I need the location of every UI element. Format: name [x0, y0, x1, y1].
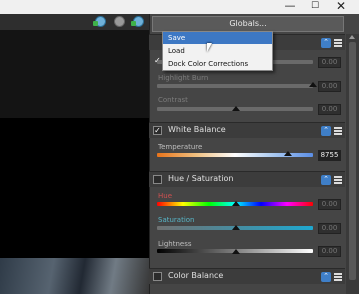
viewport-background: [0, 30, 149, 118]
menu-item-save[interactable]: Save: [163, 32, 272, 44]
hidden-value-box[interactable]: 0.00: [318, 57, 341, 68]
checkmark-icon: ✓: [154, 56, 161, 65]
hue-label: Hue: [158, 192, 173, 200]
color-balance-title: Color Balance: [168, 271, 224, 280]
lightness-value[interactable]: 0.00: [318, 246, 341, 257]
contrast-thumb[interactable]: [232, 106, 240, 111]
section-menu-icon[interactable]: [334, 273, 342, 281]
menu-item-dock-color-corrections[interactable]: Dock Color Corrections: [163, 58, 272, 70]
lightness-thumb[interactable]: [232, 249, 240, 254]
close-button[interactable]: ✕: [330, 0, 352, 14]
hue-value[interactable]: 0.00: [318, 199, 341, 210]
scroll-up-arrow-icon[interactable]: [349, 35, 355, 39]
highlight-burn-thumb[interactable]: [309, 82, 317, 87]
white-balance-checkbox[interactable]: ✓: [153, 126, 162, 135]
section-menu-icon[interactable]: [334, 39, 342, 47]
contrast-value[interactable]: 0.00: [318, 104, 341, 115]
globals-button[interactable]: Globals...: [152, 16, 344, 32]
saturation-value[interactable]: 0.00: [318, 223, 341, 234]
hue-thumb[interactable]: [232, 201, 240, 206]
white-balance-title: White Balance: [168, 125, 226, 134]
title-bar: — ☐ ✕: [0, 0, 359, 14]
saturation-thumb[interactable]: [232, 225, 240, 230]
section-menu-icon[interactable]: [334, 127, 342, 135]
section-menu-icon[interactable]: [334, 176, 342, 184]
remove-node-icon[interactable]: [131, 16, 144, 27]
viewport-image-strip: [0, 258, 149, 294]
contrast-label: Contrast: [158, 96, 188, 104]
saturation-label: Saturation: [158, 216, 195, 224]
highlight-burn-label: Highlight Burn: [158, 74, 209, 82]
collapse-icon[interactable]: ⌃: [321, 126, 331, 136]
hue-saturation-title: Hue / Saturation: [168, 174, 234, 183]
temperature-label: Temperature: [158, 143, 203, 151]
section-header-color-balance[interactable]: Color Balance ⌃: [149, 268, 345, 284]
highlight-burn-value[interactable]: 0.00: [318, 81, 341, 92]
section-header-white-balance[interactable]: ✓ White Balance ⌃: [149, 122, 345, 138]
menu-item-load[interactable]: Load: [163, 45, 272, 57]
hue-saturation-checkbox[interactable]: [153, 175, 162, 184]
app-window: — ☐ ✕ Globals... ⌃ 0.00 Highlight Burn 0…: [0, 0, 359, 294]
minimize-button[interactable]: —: [279, 0, 301, 14]
lightness-label: Lightness: [158, 240, 192, 248]
maximize-button[interactable]: ☐: [304, 0, 326, 14]
temperature-value[interactable]: 8755: [318, 150, 341, 161]
collapse-icon[interactable]: ⌃: [321, 272, 331, 282]
globals-dropdown-menu: Save Load Dock Color Corrections: [162, 31, 273, 71]
section-header-hue-saturation[interactable]: Hue / Saturation ⌃: [149, 171, 345, 187]
scrollbar-thumb[interactable]: [349, 42, 356, 280]
collapse-icon[interactable]: ⌃: [321, 38, 331, 48]
add-node-icon[interactable]: [93, 16, 106, 27]
color-balance-checkbox[interactable]: [153, 272, 162, 281]
highlight-burn-slider[interactable]: [157, 84, 313, 88]
temperature-thumb[interactable]: [284, 151, 293, 156]
face-icon[interactable]: [114, 16, 125, 27]
mouse-cursor-icon: [207, 43, 212, 52]
collapse-icon[interactable]: ⌃: [321, 175, 331, 185]
